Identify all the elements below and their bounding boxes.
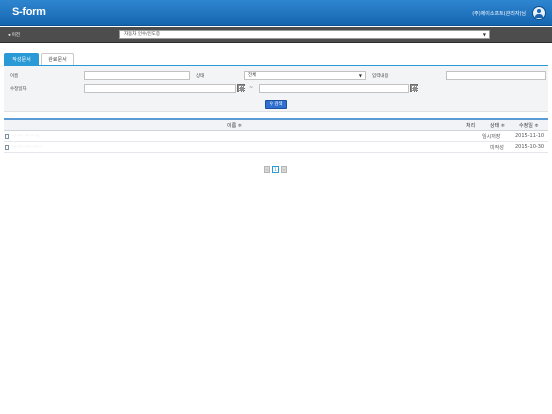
row-name[interactable]: ··· ··· ···· ···· · [12,144,42,150]
row-modified-date: 2015-11-10 [515,133,545,139]
app-header: S-form (주)에이소프트(관리자)님 [0,0,552,26]
name-label: 이름 [10,74,19,79]
row-status: 임시저장 [482,134,501,140]
modified-date-label: 수정일자 [10,87,27,92]
caret-down-icon: ▼ [358,73,362,78]
form-type-select[interactable]: 자동차 인수/인도증 ▼ [119,30,490,39]
column-header-status[interactable]: 상태 ≑ [490,122,505,129]
search-panel: 이름 상태 전체 ▼ 입력내용 수정일자 ~ ⚲ 검색 [4,66,548,112]
status-select-value: 전체 [248,73,257,78]
prev-page-button[interactable]: ‹ [264,166,270,173]
document-icon [5,134,9,139]
next-page-button[interactable]: › [281,166,287,173]
document-icon [5,145,9,150]
user-profile-icon[interactable] [532,6,546,20]
date-from-input[interactable] [84,84,236,93]
calendar-icon[interactable] [410,84,418,92]
date-to-input[interactable] [259,84,409,93]
tab-drafts[interactable]: 작성문서 [4,53,39,65]
form-type-select-value: 자동차 인수/인도증 [124,32,161,37]
page-number-button[interactable]: 1 [272,166,279,173]
status-select[interactable]: 전체 ▼ [244,71,366,80]
search-button[interactable]: ⚲ 검색 [265,100,287,109]
column-header-modified[interactable]: 수정일 ≑ [519,122,539,129]
status-label: 상태 [196,74,205,79]
calendar-icon[interactable] [237,84,245,92]
input-content-label: 입력내용 [372,74,389,79]
name-input[interactable] [84,71,190,80]
table-row[interactable]: ··· ··· ···· ···· · 미작성 2015-10-30 [4,142,548,153]
table-row[interactable]: ··· ··· ··· ·· ·: 임시저장 2015-11-10 [4,131,548,142]
caret-down-icon: ▼ [482,32,486,37]
date-range-separator: ~ [249,85,254,91]
document-navbar: ◂ 이전 자동차 인수/인도증 ▼ [0,27,552,43]
table-header: 이름 ≑ 처리 상태 ≑ 수정일 ≑ [4,118,548,131]
input-content-input[interactable] [446,71,546,80]
row-modified-date: 2015-10-30 [515,144,545,150]
row-status: 미작성 [490,145,504,151]
magnifier-icon: ⚲ [269,102,273,107]
app-logo[interactable]: S-form [12,6,46,18]
column-header-name[interactable]: 이름 ≑ [227,122,242,129]
tab-completed[interactable]: 완료문서 [41,53,74,65]
search-button-label: 검색 [274,102,283,107]
user-name-label[interactable]: (주)에이소프트(관리자)님 [472,10,526,17]
column-header-process: 처리 [466,123,476,129]
document-table: 이름 ≑ 처리 상태 ≑ 수정일 ≑ ··· ··· ··· ·· ·: 임시저… [4,118,548,153]
back-button[interactable]: ◂ 이전 [8,32,20,38]
row-name[interactable]: ··· ··· ··· ·· ·: [12,133,39,139]
